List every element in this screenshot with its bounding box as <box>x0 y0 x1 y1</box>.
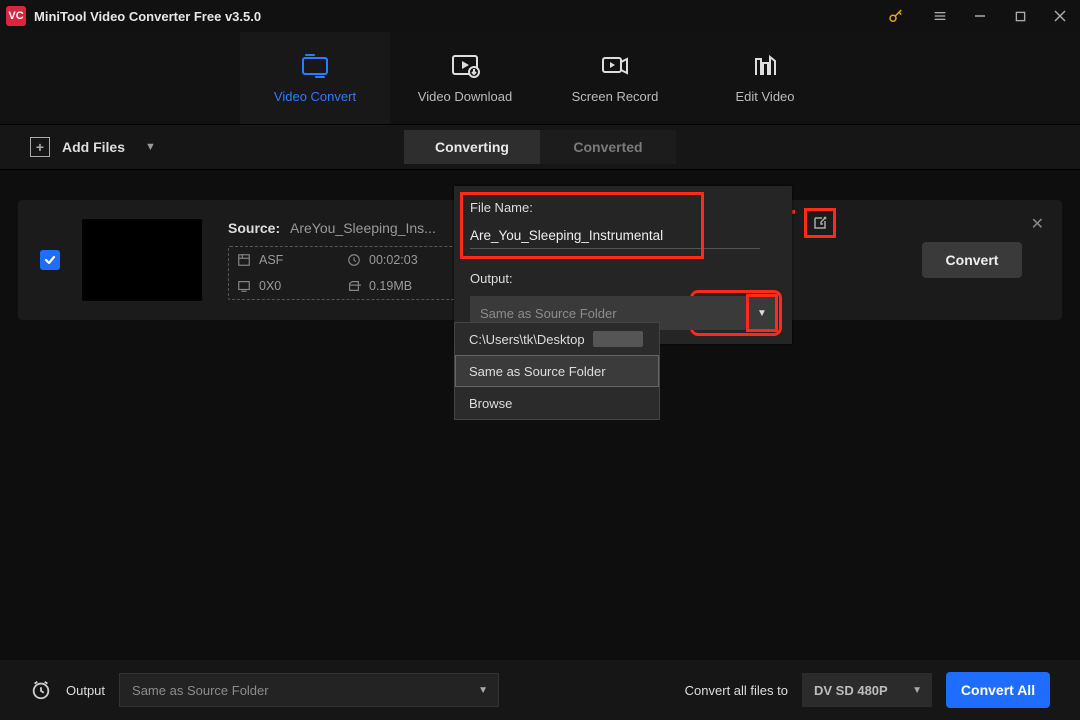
chevron-down-icon: ▼ <box>478 685 488 696</box>
tab-converted[interactable]: Converted <box>540 130 676 164</box>
status-tabs: Converting Converted <box>404 130 676 164</box>
hamburger-menu-icon[interactable] <box>920 0 960 32</box>
footer-bar: Output Same as Source Folder ▼ Convert a… <box>0 660 1080 720</box>
footer-output-value: Same as Source Folder <box>132 683 269 698</box>
tab-screen-record[interactable]: Screen Record <box>540 32 690 124</box>
window-controls <box>876 0 1080 32</box>
meta-duration: 00:02:03 <box>347 253 457 267</box>
add-files-label: Add Files <box>62 139 125 155</box>
format-value: DV SD 480P <box>814 683 888 698</box>
chevron-down-icon: ▼ <box>912 685 922 696</box>
app-logo: VC <box>6 6 26 26</box>
close-button[interactable] <box>1040 0 1080 32</box>
edit-output-icon[interactable] <box>806 210 834 236</box>
tab-edit-video[interactable]: Edit Video <box>690 32 840 124</box>
toolbar: + Add Files ▼ Converting Converted <box>0 124 1080 170</box>
chevron-down-icon[interactable]: ▼ <box>748 296 776 330</box>
output-folder-dropdown: C:\Users\tk\Desktop Same as Source Folde… <box>454 322 660 420</box>
app-title: MiniTool Video Converter Free v3.5.0 <box>34 9 261 24</box>
file-name-input[interactable] <box>470 223 760 249</box>
dropdown-option-same-source[interactable]: Same as Source Folder <box>455 355 659 387</box>
row-close-icon[interactable]: ✕ <box>1031 214 1044 234</box>
convert-all-button[interactable]: Convert All <box>946 672 1050 708</box>
main-nav: Video Convert Video Download Screen Reco… <box>0 32 1080 124</box>
chevron-down-icon[interactable]: ▼ <box>145 141 156 153</box>
footer-output-label: Output <box>66 683 105 698</box>
file-meta: Source: AreYou_Sleeping_Ins... ASF 00:02… <box>228 220 488 300</box>
tab-label: Video Convert <box>274 89 356 104</box>
redacted-mask <box>593 331 643 347</box>
meta-format: ASF <box>237 253 347 267</box>
schedule-icon[interactable] <box>30 679 52 701</box>
convert-button[interactable]: Convert <box>922 242 1022 278</box>
add-files-button[interactable]: + Add Files ▼ <box>30 137 156 157</box>
meta-resolution: 0X0 <box>237 279 347 293</box>
output-folder-value: Same as Source Folder <box>480 306 617 321</box>
plus-icon: + <box>30 137 50 157</box>
content-area: Source: AreYou_Sleeping_Ins... ASF 00:02… <box>0 170 1080 660</box>
dropdown-option-browse[interactable]: Browse <box>455 387 659 419</box>
meta-size: 0.19MB <box>347 279 457 293</box>
upgrade-key-icon[interactable] <box>876 0 916 32</box>
tab-video-download[interactable]: Video Download <box>390 32 540 124</box>
output-label: Output: <box>470 271 776 286</box>
titlebar: VC MiniTool Video Converter Free v3.5.0 <box>0 0 1080 32</box>
tab-converting[interactable]: Converting <box>404 130 540 164</box>
source-filename: AreYou_Sleeping_Ins... <box>290 220 436 236</box>
convert-all-to-label: Convert all files to <box>685 683 788 698</box>
file-name-label: File Name: <box>470 200 694 215</box>
maximize-button[interactable] <box>1000 0 1040 32</box>
tab-label: Edit Video <box>735 89 794 104</box>
dropdown-option-desktop[interactable]: C:\Users\tk\Desktop <box>455 323 659 355</box>
tab-label: Video Download <box>418 89 512 104</box>
footer-output-select[interactable]: Same as Source Folder ▼ <box>119 673 499 707</box>
row-checkbox[interactable] <box>40 250 60 270</box>
video-thumbnail <box>82 219 202 301</box>
tab-label: Screen Record <box>572 89 659 104</box>
format-select[interactable]: DV SD 480P ▼ <box>802 673 932 707</box>
minimize-button[interactable] <box>960 0 1000 32</box>
tab-video-convert[interactable]: Video Convert <box>240 32 390 124</box>
output-popup: File Name: Output: Same as Source Folder… <box>454 186 792 344</box>
source-label: Source: <box>228 220 280 236</box>
